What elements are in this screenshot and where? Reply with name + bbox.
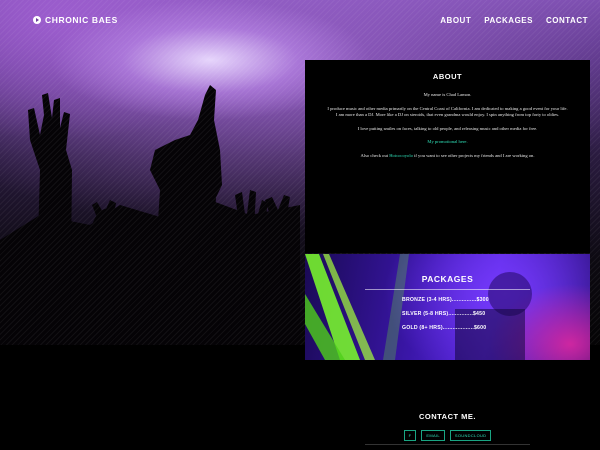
brand-name: CHRONIC BAES	[45, 15, 118, 25]
package-silver: SILVER (5-8 HRS)...............$450	[402, 311, 486, 317]
promo-link[interactable]: My promotional here.	[427, 139, 467, 144]
hotcocoyolo-link[interactable]: Hotcocoyolo	[389, 153, 413, 158]
play-circle-icon	[33, 16, 41, 24]
package-gold: GOLD (8+ HRS)...................$600	[402, 325, 487, 331]
packages-list: BRONZE (3-4 HRS)...............$300 SILV…	[402, 297, 489, 339]
contact-section: CONTACT ME. F EMAIL SOUNDCLOUD	[305, 412, 590, 445]
email-button[interactable]: EMAIL	[421, 430, 445, 441]
about-bio: I produce music and other media primaril…	[327, 105, 568, 118]
main-nav: ABOUT PACKAGES CONTACT	[440, 16, 588, 25]
about-check-out: Also check out Hotcocoyolo if you want t…	[360, 152, 535, 158]
about-title: ABOUT	[432, 72, 463, 81]
nav-packages-link[interactable]: PACKAGES	[484, 16, 533, 25]
about-passion: I love putting smiles on faces, talking …	[357, 125, 538, 131]
contact-divider	[365, 444, 530, 445]
soundcloud-button[interactable]: SOUNDCLOUD	[449, 430, 492, 441]
about-panel: ABOUT My name is Chad Lamon. I produce m…	[305, 60, 590, 253]
about-intro: My name is Chad Lamon.	[423, 92, 472, 97]
nav-about-link[interactable]: ABOUT	[440, 16, 471, 25]
facebook-button[interactable]: F	[403, 430, 417, 441]
packages-divider	[365, 289, 530, 290]
contact-title: CONTACT ME.	[418, 412, 477, 421]
nav-contact-link[interactable]: CONTACT	[546, 16, 588, 25]
brand-logo[interactable]: CHRONIC BAES	[33, 15, 118, 25]
social-links: F EMAIL SOUNDCLOUD	[305, 430, 590, 441]
packages-title: PACKAGES	[421, 274, 474, 284]
packages-panel: PACKAGES BRONZE (3-4 HRS)...............…	[305, 254, 590, 360]
package-bronze: BRONZE (3-4 HRS)...............$300	[402, 297, 489, 303]
